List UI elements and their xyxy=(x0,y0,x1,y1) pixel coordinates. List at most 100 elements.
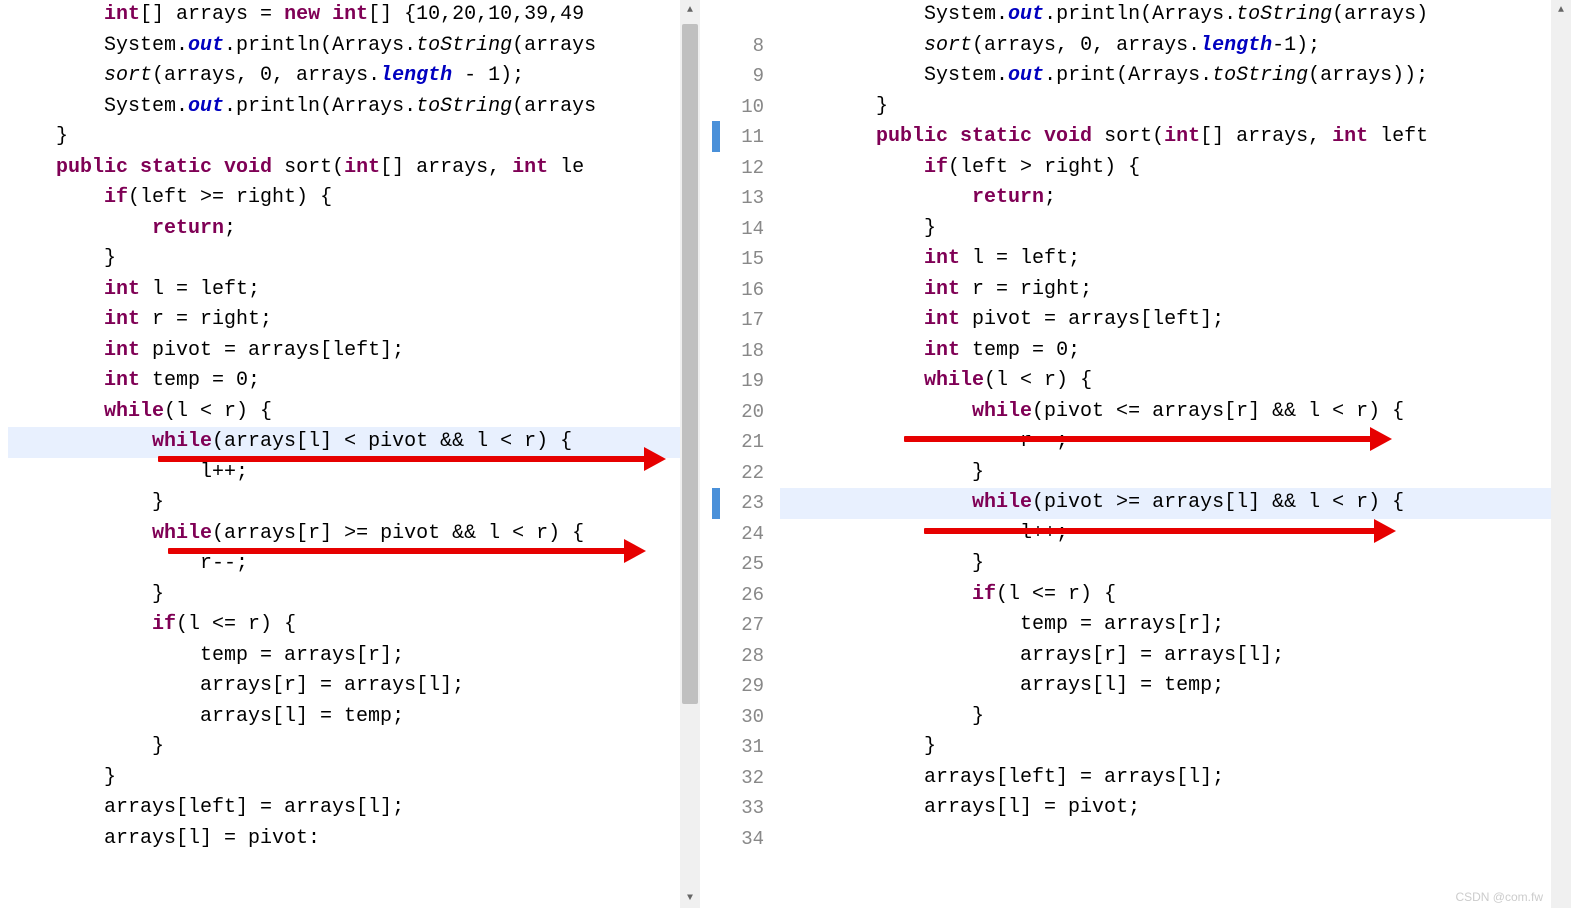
line-number: 13 xyxy=(712,183,764,214)
line-number: 10 xyxy=(712,92,764,123)
line-number: 14 xyxy=(712,214,764,245)
line-number: 17 xyxy=(712,305,764,336)
right-scrollbar[interactable]: ▲ xyxy=(1551,0,1571,908)
line-gutter: 8910111213141516171819202122232425262728… xyxy=(712,0,772,908)
annotation-arrow xyxy=(158,456,648,462)
code-line[interactable]: arrays[l] = pivot: xyxy=(8,824,700,855)
line-number: 24 xyxy=(712,519,764,550)
code-line[interactable]: while(l < r) { xyxy=(780,366,1571,397)
code-line[interactable]: System.out.print(Arrays.toString(arrays)… xyxy=(780,61,1571,92)
line-number: 16 xyxy=(712,275,764,306)
code-line[interactable]: int pivot = arrays[left]; xyxy=(780,305,1571,336)
scroll-up-icon[interactable]: ▲ xyxy=(1551,0,1571,20)
line-number: 30 xyxy=(712,702,764,733)
code-line[interactable]: System.out.println(Arrays.toString(array… xyxy=(780,0,1571,31)
code-line[interactable]: while(pivot <= arrays[r] && l < r) { xyxy=(780,397,1571,428)
code-line[interactable]: System.out.println(Arrays.toString(array… xyxy=(8,31,700,62)
code-line[interactable]: int temp = 0; xyxy=(780,336,1571,367)
line-number: 25 xyxy=(712,549,764,580)
code-line[interactable]: temp = arrays[r]; xyxy=(8,641,700,672)
line-number: 21 xyxy=(712,427,764,458)
code-line[interactable]: } xyxy=(8,580,700,611)
line-number: 20 xyxy=(712,397,764,428)
code-line[interactable]: public static void sort(int[] arrays, in… xyxy=(8,153,700,184)
line-number: 15 xyxy=(712,244,764,275)
code-line[interactable]: } xyxy=(780,92,1571,123)
code-line[interactable]: sort(arrays, 0, arrays.length - 1); xyxy=(8,61,700,92)
line-number: 22 xyxy=(712,458,764,489)
scrollbar-thumb[interactable] xyxy=(682,24,698,704)
code-line[interactable]: } xyxy=(8,244,700,275)
line-number: 23 xyxy=(712,488,764,519)
code-line[interactable]: } xyxy=(780,458,1571,489)
line-number: 9 xyxy=(712,61,764,92)
code-line[interactable]: arrays[r] = arrays[l]; xyxy=(8,671,700,702)
code-line[interactable]: sort(arrays, 0, arrays.length-1); xyxy=(780,31,1571,62)
code-line[interactable]: while(arrays[r] >= pivot && l < r) { xyxy=(8,519,700,550)
code-line[interactable]: l++; xyxy=(8,458,700,489)
line-number: 32 xyxy=(712,763,764,794)
code-line[interactable]: arrays[left] = arrays[l]; xyxy=(780,763,1571,794)
line-number: 18 xyxy=(712,336,764,367)
code-line[interactable]: arrays[l] = pivot; xyxy=(780,793,1571,824)
line-number: 27 xyxy=(712,610,764,641)
code-line[interactable]: } xyxy=(8,763,700,794)
line-number xyxy=(712,854,764,885)
annotation-arrow xyxy=(904,436,1374,442)
code-line[interactable]: if(left >= right) { xyxy=(8,183,700,214)
code-line[interactable]: public static void sort(int[] arrays, in… xyxy=(780,122,1571,153)
code-line[interactable]: } xyxy=(8,488,700,519)
code-line[interactable]: int r = right; xyxy=(8,305,700,336)
code-line[interactable]: int l = left; xyxy=(780,244,1571,275)
line-number: 28 xyxy=(712,641,764,672)
code-line[interactable]: while(pivot >= arrays[l] && l < r) { xyxy=(780,488,1571,519)
code-line[interactable]: if(left > right) { xyxy=(780,153,1571,184)
line-number: 19 xyxy=(712,366,764,397)
line-number: 12 xyxy=(712,153,764,184)
code-line[interactable]: arrays[r] = arrays[l]; xyxy=(780,641,1571,672)
scroll-up-icon[interactable]: ▲ xyxy=(680,0,700,20)
code-line[interactable]: int temp = 0; xyxy=(8,366,700,397)
pane-divider[interactable] xyxy=(700,0,712,908)
line-number: 8 xyxy=(712,31,764,62)
left-code-area[interactable]: int[] arrays = new int[] {10,20,10,39,49… xyxy=(0,0,700,854)
code-line[interactable]: } xyxy=(780,214,1571,245)
code-line[interactable]: temp = arrays[r]; xyxy=(780,610,1571,641)
line-number xyxy=(712,0,764,31)
line-number: 11 xyxy=(712,122,764,153)
code-line[interactable]: r--; xyxy=(780,427,1571,458)
code-line[interactable]: while(arrays[l] < pivot && l < r) { xyxy=(8,427,700,458)
code-line[interactable]: return; xyxy=(780,183,1571,214)
line-number: 29 xyxy=(712,671,764,702)
left-code-pane[interactable]: int[] arrays = new int[] {10,20,10,39,49… xyxy=(0,0,700,908)
code-line[interactable]: int pivot = arrays[left]; xyxy=(8,336,700,367)
code-line[interactable] xyxy=(780,824,1571,855)
code-line[interactable]: while(l < r) { xyxy=(8,397,700,428)
line-number: 34 xyxy=(712,824,764,855)
code-line[interactable]: System.out.println(Arrays.toString(array… xyxy=(8,92,700,123)
code-line[interactable]: arrays[l] = temp; xyxy=(780,671,1571,702)
code-line[interactable]: int l = left; xyxy=(8,275,700,306)
code-line[interactable]: } xyxy=(780,549,1571,580)
code-line[interactable]: return; xyxy=(8,214,700,245)
right-code-pane[interactable]: System.out.println(Arrays.toString(array… xyxy=(772,0,1571,908)
annotation-arrow xyxy=(168,548,628,554)
line-number: 33 xyxy=(712,793,764,824)
code-line[interactable]: } xyxy=(8,732,700,763)
code-line[interactable]: if(l <= r) { xyxy=(8,610,700,641)
code-line[interactable]: arrays[left] = arrays[l]; xyxy=(8,793,700,824)
diff-container: int[] arrays = new int[] {10,20,10,39,49… xyxy=(0,0,1571,908)
line-number: 26 xyxy=(712,580,764,611)
code-line[interactable]: int[] arrays = new int[] {10,20,10,39,49 xyxy=(8,0,700,31)
watermark: CSDN @com.fw xyxy=(1455,890,1543,904)
code-line[interactable]: if(l <= r) { xyxy=(780,580,1571,611)
right-code-area[interactable]: System.out.println(Arrays.toString(array… xyxy=(772,0,1571,854)
left-scrollbar[interactable]: ▲ ▼ xyxy=(680,0,700,908)
line-number: 31 xyxy=(712,732,764,763)
scroll-down-icon[interactable]: ▼ xyxy=(680,888,700,908)
code-line[interactable]: } xyxy=(780,732,1571,763)
code-line[interactable]: int r = right; xyxy=(780,275,1571,306)
code-line[interactable]: arrays[l] = temp; xyxy=(8,702,700,733)
code-line[interactable]: } xyxy=(780,702,1571,733)
code-line[interactable]: } xyxy=(8,122,700,153)
